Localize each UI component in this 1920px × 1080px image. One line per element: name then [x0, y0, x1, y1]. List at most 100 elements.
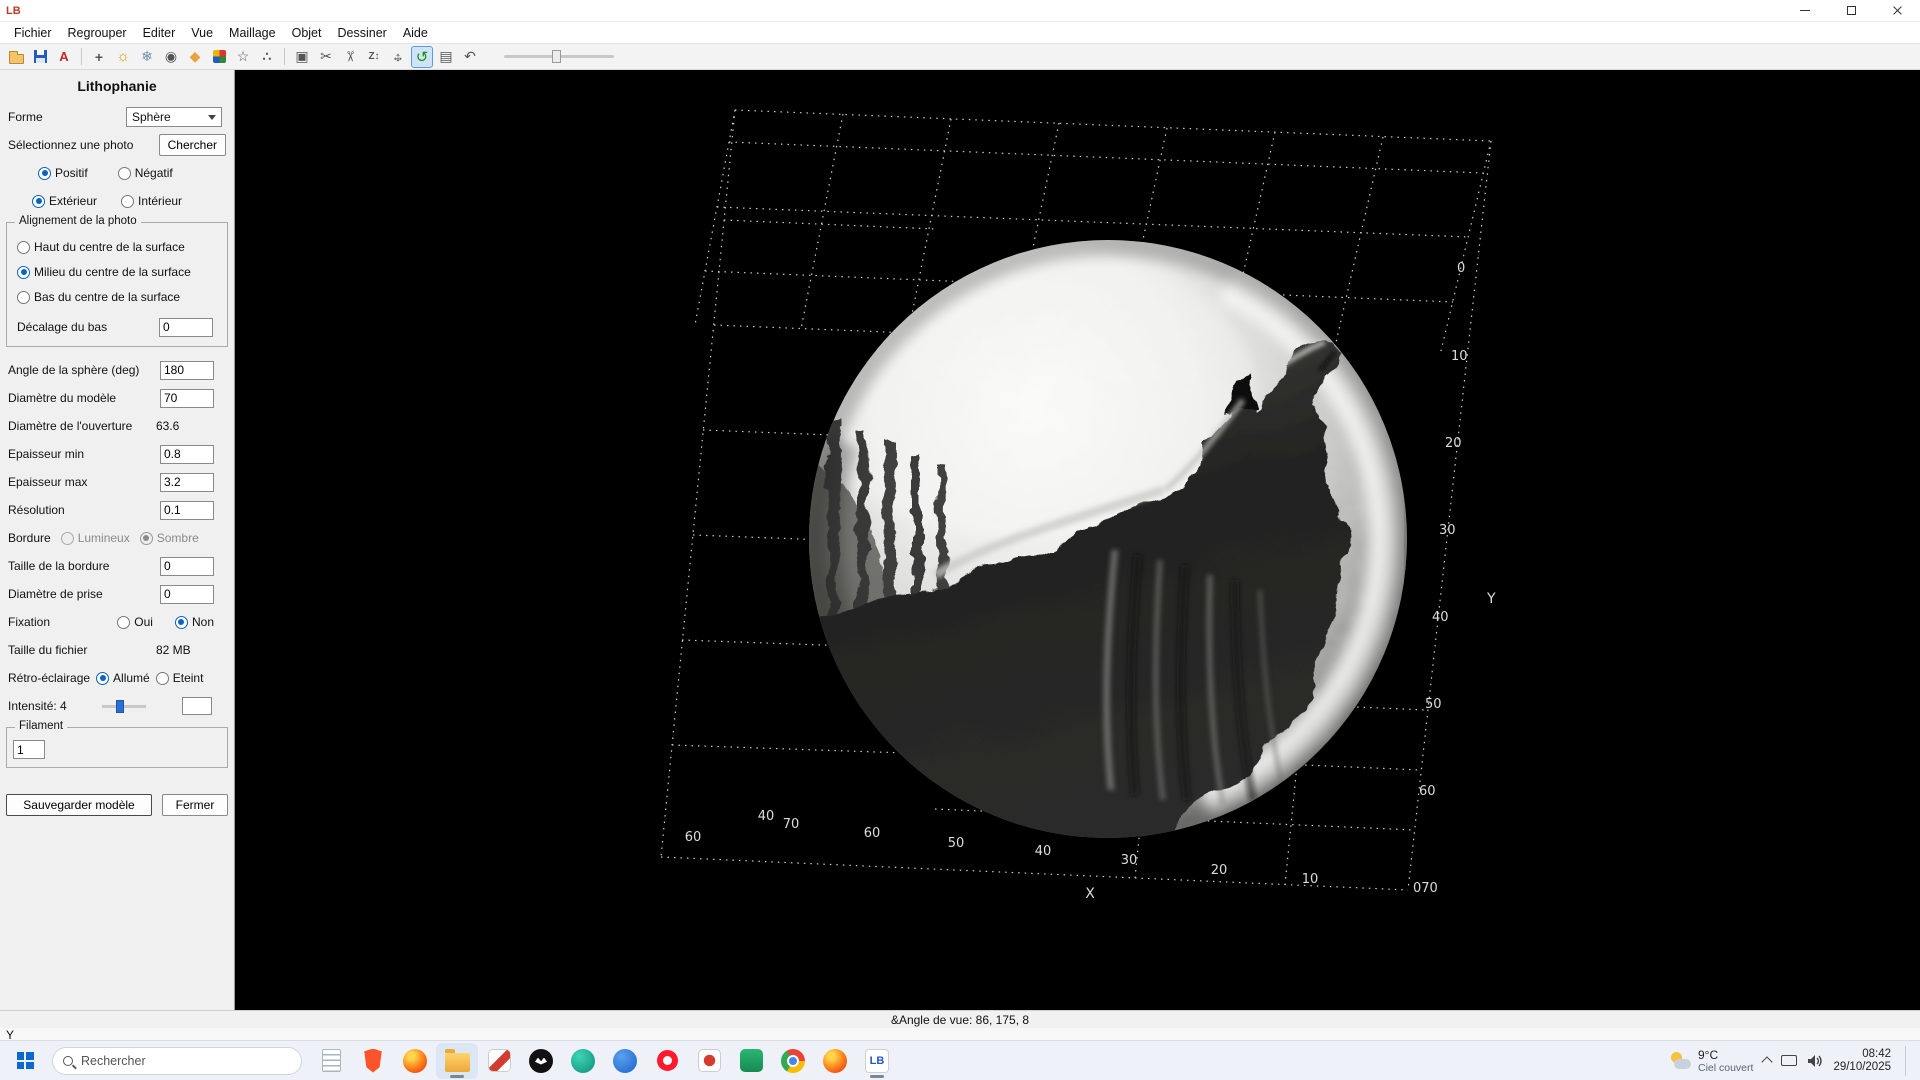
menu-objet[interactable]: Objet: [284, 24, 330, 42]
align-milieu-radio[interactable]: [17, 266, 30, 279]
x-tick-label: 50: [948, 836, 965, 851]
axes-tool-icon[interactable]: +: [88, 46, 110, 68]
menu-regrouper[interactable]: Regrouper: [60, 24, 135, 42]
close-button[interactable]: [1874, 0, 1920, 22]
font-icon[interactable]: A: [53, 46, 75, 68]
taskbar-app-blue[interactable]: [604, 1043, 646, 1079]
diametre-prise-input[interactable]: [160, 585, 214, 604]
palette-icon[interactable]: [208, 46, 230, 68]
select-grid-icon[interactable]: ▣: [291, 46, 313, 68]
search-placeholder: Rechercher: [81, 1054, 146, 1068]
sort-z-icon[interactable]: Z↕: [363, 46, 385, 68]
taskbar-search[interactable]: Rechercher: [52, 1047, 302, 1075]
paste-icon[interactable]: ▤: [435, 46, 457, 68]
taskbar-app-lithobox[interactable]: LB: [856, 1043, 898, 1079]
taskbar-app-teal[interactable]: [562, 1043, 604, 1079]
intensite-slider[interactable]: [102, 705, 146, 708]
menu-maillage[interactable]: Maillage: [221, 24, 284, 42]
minimize-button[interactable]: [1782, 0, 1828, 22]
points-icon[interactable]: ∴: [256, 46, 278, 68]
open-file-icon[interactable]: [5, 46, 27, 68]
menu-aide[interactable]: Aide: [395, 24, 436, 42]
allume-radio[interactable]: [96, 672, 109, 685]
mesh-icon[interactable]: ❄: [136, 46, 158, 68]
menu-vue[interactable]: Vue: [183, 24, 221, 42]
toolbar-zoom-slider[interactable]: [504, 55, 614, 58]
taille-bordure-input[interactable]: [160, 557, 214, 576]
save-icon[interactable]: [29, 46, 51, 68]
slider-thumb[interactable]: [552, 50, 561, 63]
exterieur-radio[interactable]: [32, 195, 45, 208]
viewport-3d[interactable]: 0 10 20 30 40 50 60 Y 70 60 50 40 30 20 …: [235, 70, 1920, 1010]
menu-fichier[interactable]: Fichier: [6, 24, 60, 42]
tray-chevron-icon[interactable]: [1762, 1056, 1773, 1067]
lithophane-render: 0 10 20 30 40 50 60 Y 70 60 50 40 30 20 …: [235, 70, 1920, 1010]
epaisseur-max-input[interactable]: [160, 473, 214, 492]
show-desktop-button[interactable]: [1905, 1046, 1908, 1076]
intensite-slider-thumb[interactable]: [116, 700, 124, 713]
teal-app-icon: [571, 1049, 595, 1073]
menu-dessiner[interactable]: Dessiner: [329, 24, 394, 42]
sphere-icon[interactable]: ◉: [160, 46, 182, 68]
angle-sphere-input[interactable]: [160, 361, 214, 380]
taskbar-app-explorer[interactable]: [436, 1043, 478, 1079]
red-dot-app-icon: [698, 1049, 721, 1072]
move-icon[interactable]: ↔↕: [387, 46, 409, 68]
align-bas-radio[interactable]: [17, 291, 30, 304]
clock[interactable]: 08:42 29/10/2025: [1833, 1048, 1891, 1074]
toolbar-separator: [81, 48, 82, 65]
cut-x-icon[interactable]: ✂: [315, 46, 337, 68]
taskbar-app-bat[interactable]: [520, 1043, 562, 1079]
cut-y-icon[interactable]: ✂: [339, 46, 361, 68]
positif-radio[interactable]: [38, 167, 51, 180]
taskbar-app-green[interactable]: [730, 1043, 772, 1079]
weather-widget[interactable]: 9°C Ciel couvert: [1670, 1048, 1753, 1074]
star-icon[interactable]: ☆: [232, 46, 254, 68]
decalage-input[interactable]: [159, 318, 213, 337]
fixation-oui-radio[interactable]: [117, 616, 130, 629]
eteint-radio[interactable]: [156, 672, 169, 685]
menu-editer[interactable]: Editer: [135, 24, 184, 42]
taskbar-app-firefox[interactable]: [394, 1043, 436, 1079]
fixation-non-radio[interactable]: [175, 616, 188, 629]
filament-title: Filament: [15, 720, 67, 732]
diametre-modele-input[interactable]: [160, 389, 214, 408]
align-haut-radio[interactable]: [17, 241, 30, 254]
taskbar-app-10[interactable]: [688, 1043, 730, 1079]
lumineux-radio: [61, 532, 74, 545]
redo-icon[interactable]: ↶: [459, 46, 481, 68]
maximize-button[interactable]: [1828, 0, 1874, 22]
diametre-modele-label: Diamètre du modèle: [8, 391, 160, 405]
negatif-radio[interactable]: [118, 167, 131, 180]
negatif-label: Négatif: [135, 166, 173, 180]
render-light-icon[interactable]: ☼: [112, 46, 134, 68]
y-tick-label: 0: [1457, 261, 1465, 276]
epaisseur-max-label: Epaisseur max: [8, 475, 160, 489]
taskbar-app-opera[interactable]: [646, 1043, 688, 1079]
material-drop-icon[interactable]: ◆: [184, 46, 206, 68]
taskbar-app-firefox2[interactable]: [814, 1043, 856, 1079]
taskbar-app-brave[interactable]: [352, 1043, 394, 1079]
volume-icon[interactable]: [1807, 1054, 1823, 1068]
taskbar-app-5[interactable]: [478, 1043, 520, 1079]
undo-icon[interactable]: ↺: [411, 46, 433, 68]
filament-input[interactable]: [13, 740, 45, 759]
epaisseur-min-input[interactable]: [160, 445, 214, 464]
taskbar-app-chrome[interactable]: [772, 1043, 814, 1079]
x-tick-label: 40: [1035, 844, 1052, 859]
intensite-input[interactable]: [182, 697, 212, 715]
green-app-icon: [740, 1049, 763, 1072]
status-axis-indicator: Y: [6, 1028, 14, 1042]
taskbar-app-notepad[interactable]: [310, 1043, 352, 1079]
fermer-button[interactable]: Fermer: [162, 794, 228, 816]
display-tray-icon[interactable]: [1781, 1055, 1797, 1066]
resolution-input[interactable]: [160, 501, 214, 520]
align-milieu-label: Milieu du centre de la surface: [34, 265, 191, 279]
start-button[interactable]: [6, 1044, 44, 1078]
chercher-button[interactable]: Chercher: [159, 134, 226, 156]
align-haut-label: Haut du centre de la surface: [34, 240, 185, 254]
interieur-radio[interactable]: [121, 195, 134, 208]
sauvegarder-button[interactable]: Sauvegarder modèle: [6, 794, 152, 816]
forme-select[interactable]: Sphère: [126, 107, 222, 127]
alignement-title: Alignement de la photo: [15, 215, 141, 227]
